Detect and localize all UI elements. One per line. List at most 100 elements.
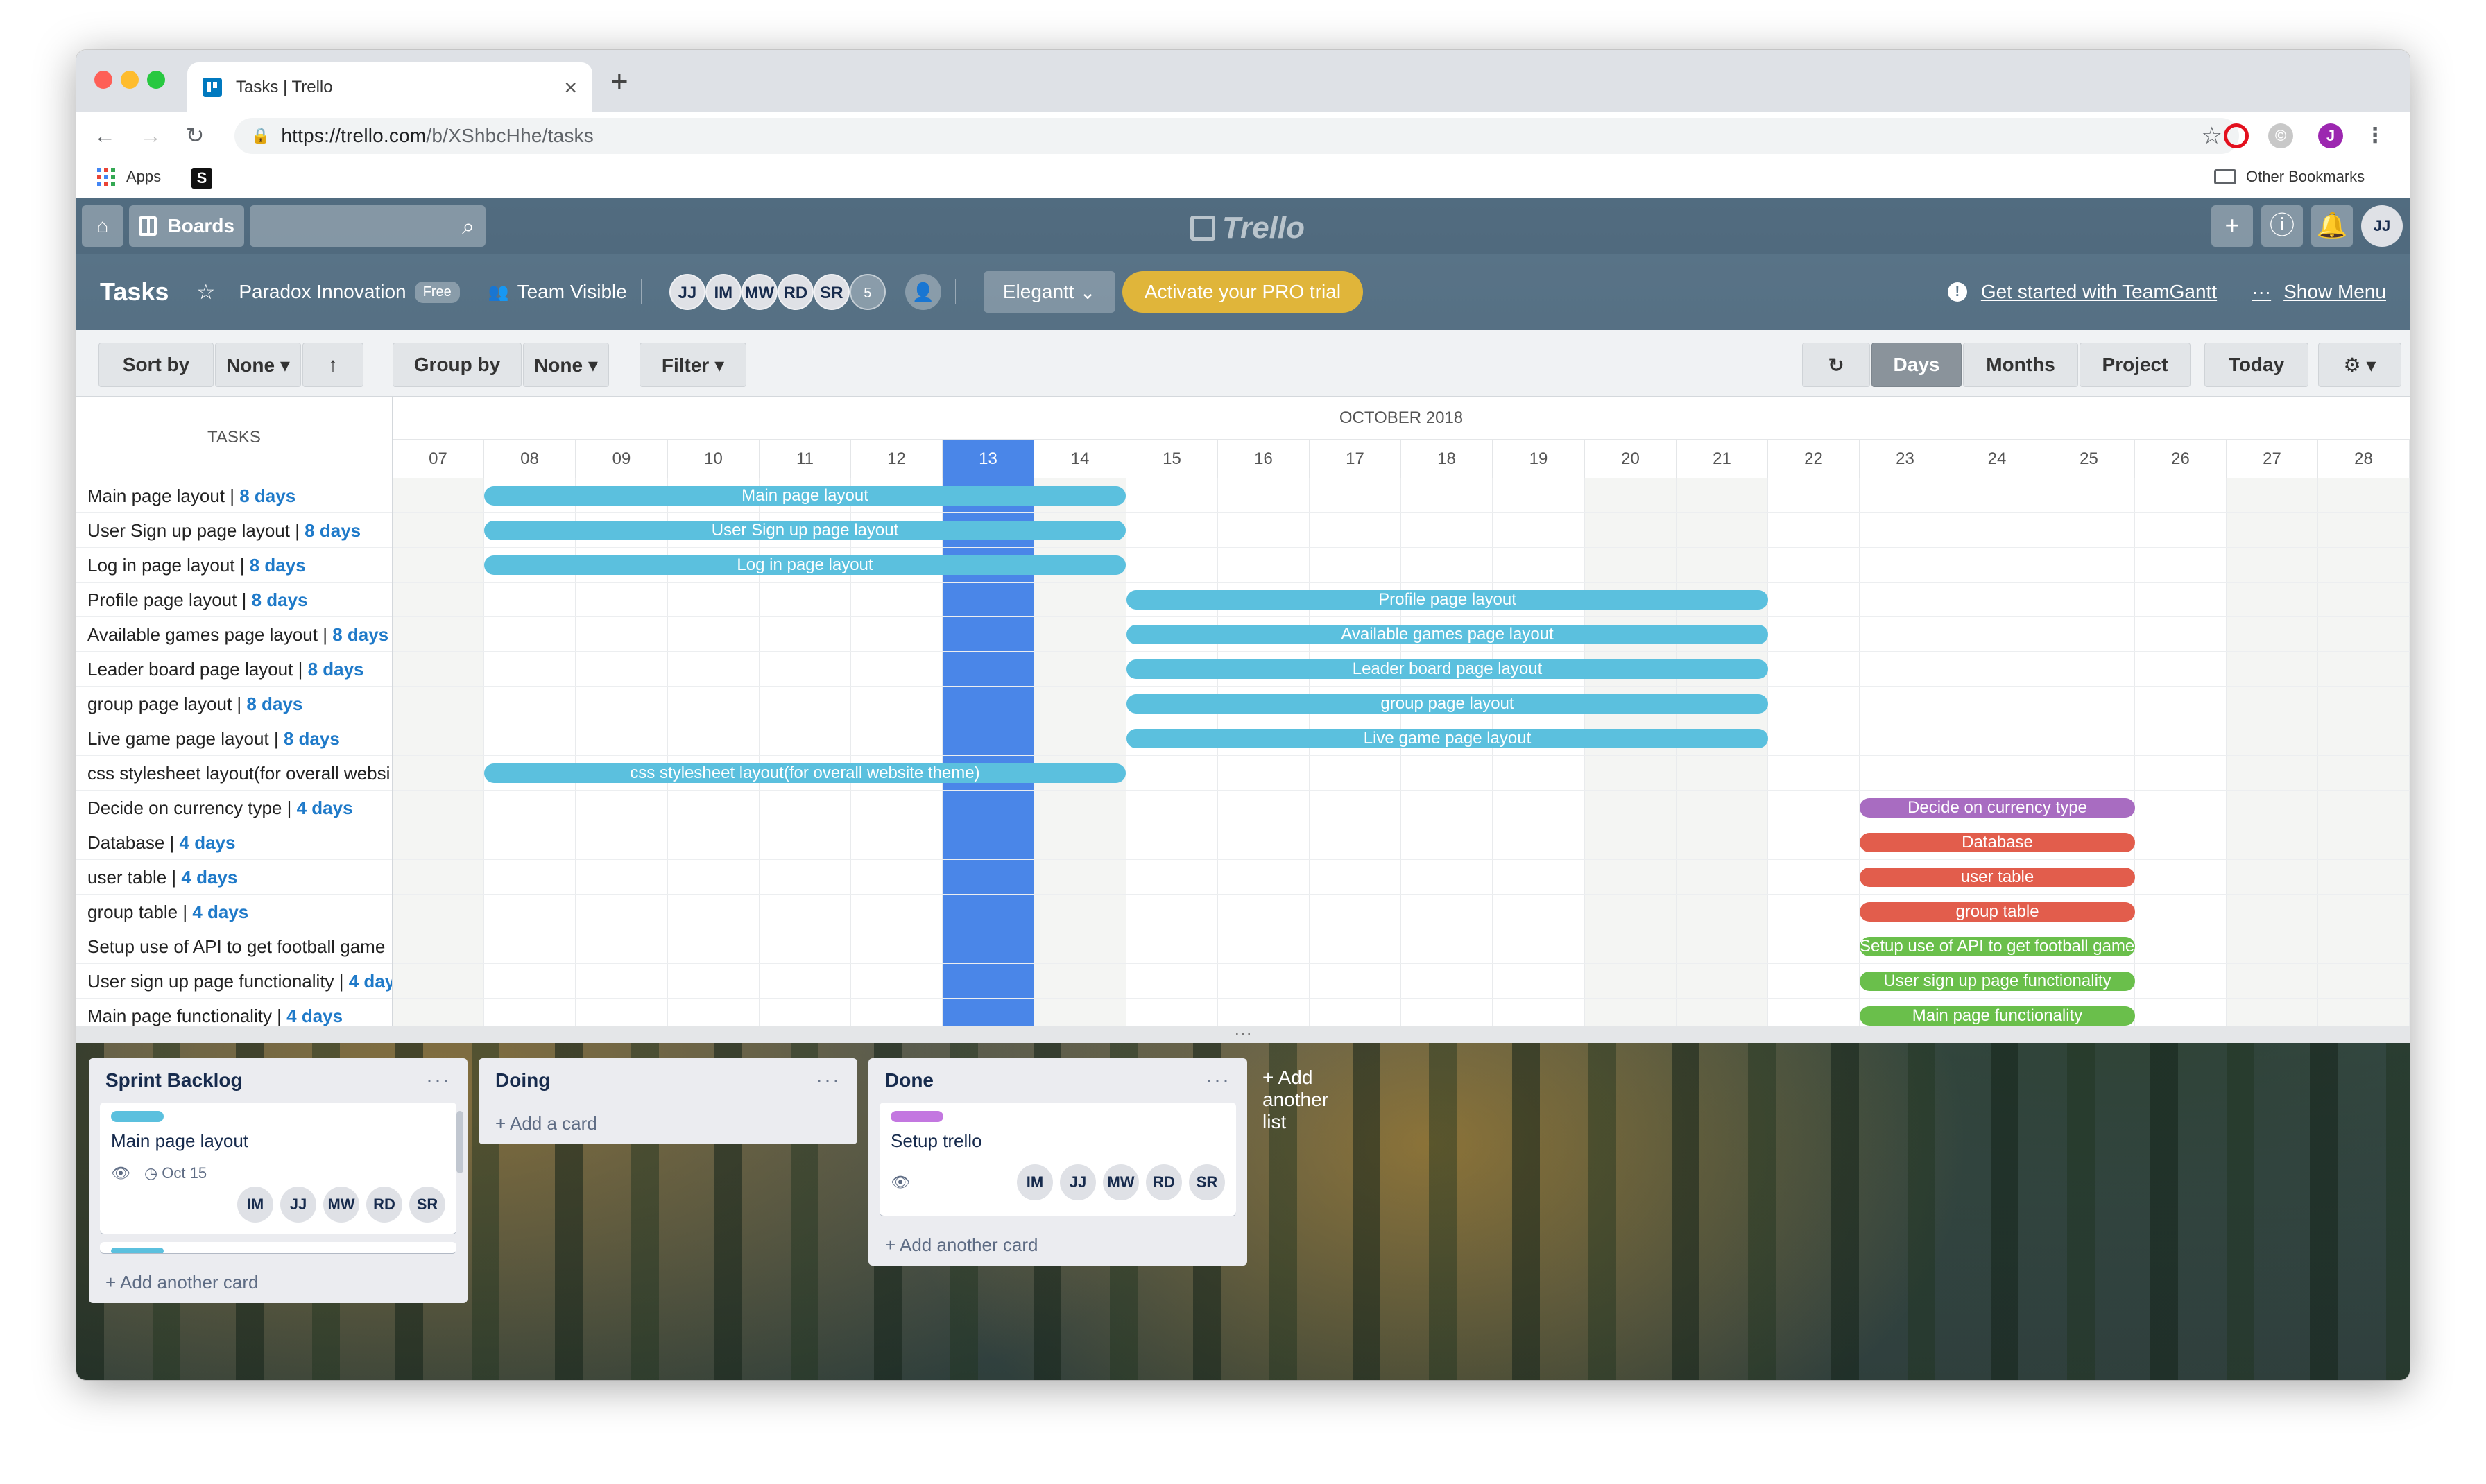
gantt-bar[interactable]: group table <box>1860 902 2135 922</box>
sort-value-dropdown[interactable]: None ▾ <box>215 343 301 387</box>
gantt-bar[interactable]: Database <box>1860 833 2135 852</box>
add-list-button[interactable]: + Add another list <box>1262 1067 1328 1133</box>
add-card-button[interactable]: + Add another card <box>89 1261 468 1303</box>
get-started-link[interactable]: ! Get started with TeamGantt <box>1947 281 2217 303</box>
address-bar[interactable]: 🔒 https://trello.com/b/XShbcHhe/tasks ☆ <box>234 118 2239 154</box>
gantt-bar[interactable]: Decide on currency type <box>1860 798 2135 818</box>
member-avatar-jj[interactable]: JJ <box>669 274 705 310</box>
task-row[interactable]: Leader board page layout | 8 days <box>76 652 392 687</box>
boards-button[interactable]: Boards <box>129 205 244 247</box>
search-input[interactable]: ⌕ <box>250 205 486 247</box>
list-title[interactable]: Sprint Backlog <box>105 1069 243 1092</box>
card-member-avatar[interactable]: RD <box>1146 1164 1182 1200</box>
sort-by-button[interactable]: Sort by <box>98 343 214 387</box>
search-icon[interactable]: ⌕ <box>462 214 474 240</box>
gantt-resize-handle[interactable]: ··· <box>76 1024 2410 1043</box>
browser-menu-icon[interactable]: ⋮ <box>2363 123 2388 148</box>
card-main-page-layout[interactable]: Main page layout 👁 ◷ Oct 15 IM JJ MW RD … <box>100 1103 456 1234</box>
gantt-bar[interactable]: Profile page layout <box>1126 590 1768 610</box>
task-row[interactable]: Database | 4 days <box>76 825 392 860</box>
gantt-bar[interactable]: Log in page layout <box>484 555 1126 575</box>
gantt-bar[interactable]: Leader board page layout <box>1126 659 1768 679</box>
member-avatar[interactable]: JJ <box>2361 205 2403 247</box>
browser-tab[interactable]: Tasks | Trello × <box>187 62 592 112</box>
card-member-avatar[interactable]: SR <box>409 1187 445 1223</box>
list-title[interactable]: Done <box>885 1069 934 1092</box>
elegantt-button[interactable]: Elegantt ⌄ <box>983 271 1115 313</box>
view-days-button[interactable]: Days <box>1871 343 1962 387</box>
group-value-dropdown[interactable]: None ▾ <box>523 343 609 387</box>
view-project-button[interactable]: Project <box>2080 343 2191 387</box>
bookmark-apps[interactable]: Apps <box>97 168 161 186</box>
back-icon[interactable]: ← <box>89 119 121 151</box>
forward-icon[interactable]: → <box>135 119 166 151</box>
gantt-bar[interactable]: Main page functionality <box>1860 1006 2135 1026</box>
new-tab-button[interactable]: + <box>610 67 628 97</box>
invite-member-icon[interactable]: 👤 <box>905 274 941 310</box>
show-menu-button[interactable]: ··· Show Menu <box>2252 281 2386 303</box>
task-row[interactable]: Log in page layout | 8 days <box>76 548 392 583</box>
member-count[interactable]: 5 <box>849 274 886 310</box>
list-menu-icon[interactable]: ··· <box>816 1069 841 1092</box>
list-menu-icon[interactable]: ··· <box>1206 1069 1231 1092</box>
gantt-bar[interactable]: User Sign up page layout <box>484 521 1126 540</box>
member-avatar-mw[interactable]: MW <box>741 274 778 310</box>
card-member-avatar[interactable]: MW <box>1103 1164 1139 1200</box>
card-member-avatar[interactable]: MW <box>323 1187 359 1223</box>
minimize-window-button[interactable] <box>121 71 139 89</box>
card-member-avatar[interactable]: IM <box>237 1187 273 1223</box>
gantt-bar[interactable]: Live game page layout <box>1126 729 1768 748</box>
visibility-button[interactable]: Team Visible <box>517 281 627 303</box>
gantt-bar[interactable]: Setup use of API to get football game da… <box>1860 937 2135 956</box>
gantt-bar[interactable]: user table <box>1860 868 2135 887</box>
info-icon[interactable]: ⓘ <box>2261 205 2303 247</box>
opera-extension-icon[interactable] <box>2224 123 2249 148</box>
card-member-avatar[interactable]: SR <box>1189 1164 1225 1200</box>
activate-pro-button[interactable]: Activate your PRO trial <box>1122 271 1364 313</box>
task-row[interactable]: User sign up page functionality | 4 day <box>76 964 392 999</box>
gantt-bar[interactable]: css stylesheet layout(for overall websit… <box>484 763 1126 783</box>
board-title[interactable]: Tasks <box>100 277 169 307</box>
list-title[interactable]: Doing <box>495 1069 550 1092</box>
today-button[interactable]: Today <box>2204 343 2308 387</box>
task-row[interactable]: Available games page layout | 8 days <box>76 617 392 652</box>
star-icon[interactable]: ☆ <box>196 280 215 304</box>
bookmark-star-icon[interactable]: ☆ <box>2202 122 2222 150</box>
card-member-avatar[interactable]: JJ <box>280 1187 316 1223</box>
task-row[interactable]: Profile page layout | 8 days <box>76 583 392 617</box>
trello-logo[interactable]: Trello <box>1190 211 1305 245</box>
card-member-avatar[interactable]: JJ <box>1060 1164 1096 1200</box>
bookmark-other[interactable]: Other Bookmarks <box>2214 168 2365 186</box>
card-member-avatar[interactable]: RD <box>366 1187 402 1223</box>
add-card-button[interactable]: + Add a card <box>479 1103 857 1144</box>
zoom-window-button[interactable] <box>147 71 165 89</box>
task-row[interactable]: group page layout | 8 days <box>76 687 392 721</box>
member-avatar-rd[interactable]: RD <box>777 274 814 310</box>
gantt-bar[interactable]: Main page layout <box>484 486 1126 506</box>
list-scrollbar[interactable] <box>456 1111 463 1173</box>
profile-avatar[interactable]: J <box>2318 123 2343 148</box>
notifications-bell-icon[interactable]: 🔔 <box>2311 205 2353 247</box>
task-row[interactable]: Live game page layout | 8 days <box>76 721 392 756</box>
task-row[interactable]: Setup use of API to get football game <box>76 929 392 964</box>
task-row[interactable]: css stylesheet layout(for overall websi <box>76 756 392 791</box>
view-months-button[interactable]: Months <box>1963 343 2078 387</box>
card-member-avatar[interactable]: IM <box>1017 1164 1053 1200</box>
settings-gear-icon[interactable]: ⚙ ▾ <box>2318 343 2401 387</box>
close-window-button[interactable] <box>94 71 112 89</box>
task-row[interactable]: group table | 4 days <box>76 895 392 929</box>
task-row[interactable]: user table | 4 days <box>76 860 392 895</box>
card-setup-trello[interactable]: Setup trello 👁 IM JJ MW RD SR <box>880 1103 1236 1216</box>
gantt-bar[interactable]: Available games page layout <box>1126 625 1768 644</box>
member-avatar-sr[interactable]: SR <box>813 274 850 310</box>
team-name[interactable]: Paradox Innovation <box>239 281 406 303</box>
home-button[interactable]: ⌂ <box>82 205 123 247</box>
task-row[interactable]: Decide on currency type | 4 days <box>76 791 392 825</box>
close-tab-icon[interactable]: × <box>564 75 577 101</box>
card-partial[interactable] <box>100 1242 456 1253</box>
bookmark-s[interactable]: S <box>191 168 212 189</box>
extension-icon[interactable]: © <box>2268 123 2293 148</box>
list-menu-icon[interactable]: ··· <box>426 1069 451 1092</box>
gantt-bar[interactable]: group page layout <box>1126 694 1768 714</box>
task-row[interactable]: Main page layout | 8 days <box>76 478 392 513</box>
